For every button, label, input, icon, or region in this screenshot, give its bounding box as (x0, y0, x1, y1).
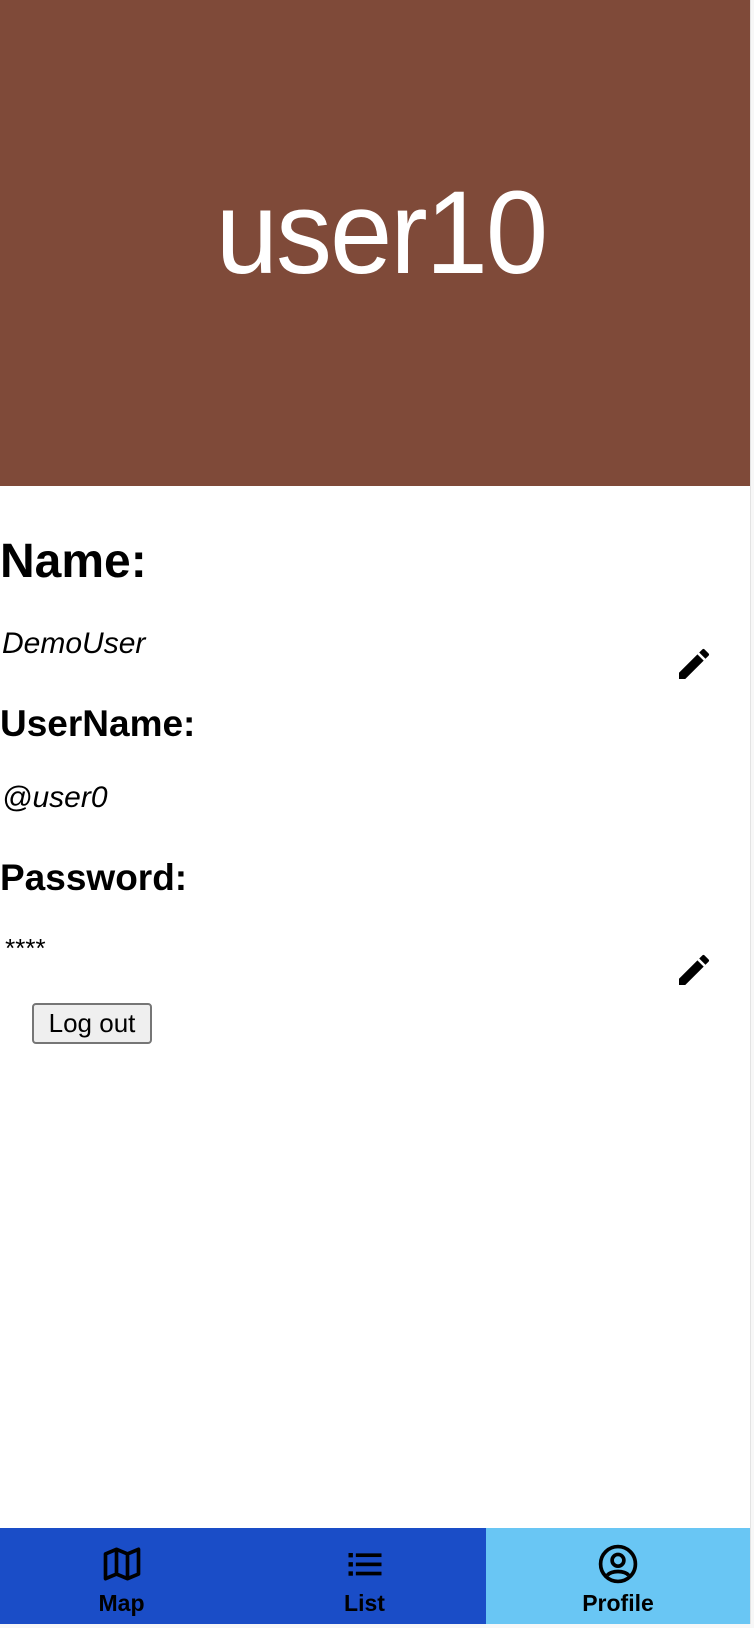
profile-icon (598, 1544, 638, 1584)
edit-name-button[interactable] (674, 644, 714, 684)
list-icon (348, 1553, 381, 1576)
edit-password-button[interactable] (674, 950, 714, 990)
bottom-tab-bar: Map List Profile (0, 1528, 750, 1624)
username-value: @user0 (2, 781, 108, 814)
tab-profile-label: Profile (582, 1590, 654, 1616)
tab-map[interactable]: Map (0, 1528, 243, 1624)
logout-button[interactable]: Log out (32, 1003, 152, 1044)
pencil-icon (679, 954, 710, 985)
username-label: UserName: (0, 703, 196, 744)
profile-banner: user10 (0, 0, 750, 486)
name-label: Name: (0, 535, 147, 588)
banner-username: user10 (215, 166, 548, 298)
password-label: Password: (0, 857, 188, 898)
tab-profile[interactable]: Profile (486, 1528, 750, 1624)
window-edge (750, 0, 754, 1628)
bottom-edge (0, 1624, 754, 1628)
pencil-icon (679, 648, 710, 679)
tab-list-label: List (344, 1590, 385, 1616)
map-icon (103, 1547, 140, 1581)
tab-list[interactable]: List (243, 1528, 486, 1624)
tab-map-label: Map (98, 1590, 145, 1616)
name-value: DemoUser (2, 627, 146, 660)
password-value: **** (4, 933, 45, 963)
